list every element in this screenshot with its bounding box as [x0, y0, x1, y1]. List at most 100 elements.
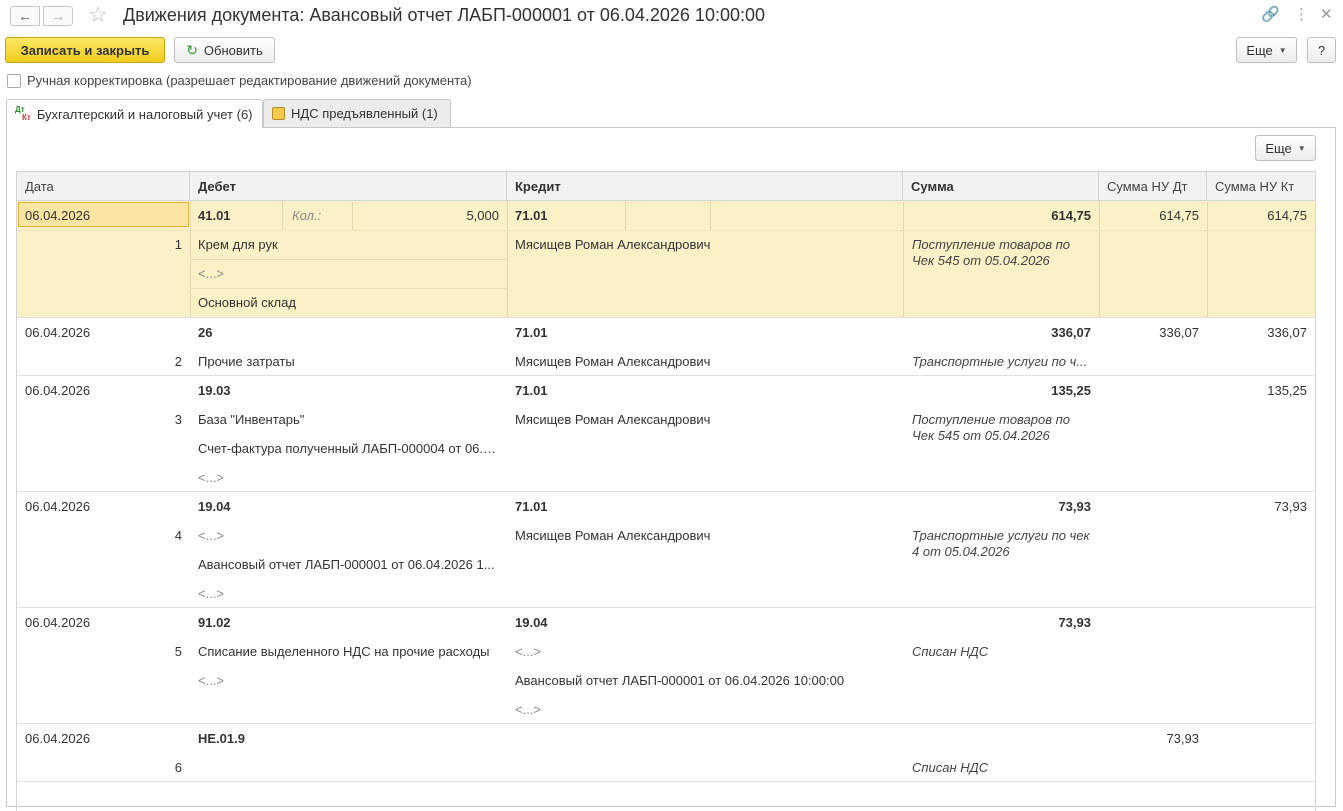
credit-account [515, 724, 615, 753]
row-number: 6 [174, 760, 182, 775]
credit-account: 71.01 [515, 499, 548, 514]
row-date: 06.04.2026 [25, 208, 91, 223]
credit-subconto-1: Мясищев Роман Александрович [515, 528, 711, 543]
row-number: 4 [174, 528, 182, 543]
close-icon[interactable]: ✕ [1320, 6, 1333, 24]
row-sum-nu-kt: 336,07 [1267, 325, 1307, 340]
debit-subconto-3: Основной склад [198, 295, 296, 310]
vat-register-icon [272, 107, 285, 120]
manual-correction-label: Ручная корректировка (разрешает редактир… [27, 73, 472, 88]
grid-more-button[interactable]: Еще ▼ [1255, 135, 1316, 161]
movements-table[interactable]: Дата Дебет Кредит Сумма Сумма НУ Дт Сумм… [16, 171, 1316, 811]
column-credit[interactable]: Кредит [507, 172, 903, 201]
credit-subconto-1: Мясищев Роман Александрович [515, 412, 711, 427]
credit-account: 19.04 [515, 615, 548, 630]
refresh-icon: ↻ [186, 41, 198, 58]
row-sum [911, 724, 1091, 753]
qty-label: Кол.: [292, 208, 322, 223]
row-sum: 135,25 [1051, 383, 1091, 398]
link-icon[interactable]: 🔗 [1261, 6, 1280, 24]
row-sum-nu-dt: 336,07 [1159, 325, 1199, 340]
row-sum-nu-dt [1107, 376, 1199, 405]
column-sum-nu-kt[interactable]: Сумма НУ Кт [1207, 172, 1315, 201]
table-row[interactable]: 06.04.2026 3 19.03 База "Инвентарь" Счет… [17, 376, 1315, 492]
refresh-button[interactable]: ↻ Обновить [174, 37, 275, 63]
row-sum-nu-dt: 73,93 [1166, 731, 1199, 746]
column-sum-nu-dt[interactable]: Сумма НУ Дт [1099, 172, 1207, 201]
back-button[interactable]: ← [10, 6, 40, 26]
row-date: 06.04.2026 [25, 499, 91, 514]
tab-accounting-label: Бухгалтерский и налоговый учет (6) [36, 106, 253, 122]
save-and-close-button[interactable]: Записать и закрыть [5, 37, 165, 63]
more-button[interactable]: Еще ▼ [1236, 37, 1297, 63]
row-content: Транспортные услуги по ч... [912, 354, 1088, 369]
credit-subconto-1: Мясищев Роман Александрович [515, 237, 711, 252]
row-sum-nu-kt: 614,75 [1267, 208, 1307, 223]
row-number: 5 [174, 644, 182, 659]
table-row[interactable]: 06.04.2026 5 91.02 Списание выделенного … [17, 608, 1315, 724]
table-row[interactable]: 06.04.2026 1 41.01 Кол.: 5,000 Крем для … [17, 201, 1315, 318]
row-content: Списан НДС [912, 644, 989, 659]
row-sum: 73,93 [1058, 499, 1091, 514]
debit-subconto-1: Крем для рук [198, 237, 278, 252]
row-date: 06.04.2026 [25, 731, 91, 746]
manual-correction-checkbox[interactable] [7, 73, 21, 88]
debit-account: 19.03 [198, 383, 231, 398]
debit-subconto-3: <...> [198, 586, 225, 601]
row-sum-nu-kt [1215, 724, 1307, 753]
row-sum-nu-kt [1215, 608, 1307, 637]
row-sum-nu-dt: 614,75 [1159, 208, 1199, 223]
debit-account: 26 [198, 325, 213, 340]
row-content: Транспортные услуги по чек 4 от 05.04.20… [912, 528, 1090, 559]
credit-subconto-1: <...> [515, 644, 542, 659]
debit-account: 41.01 [198, 208, 231, 223]
credit-account: 71.01 [515, 208, 548, 223]
row-date: 06.04.2026 [25, 383, 91, 398]
row-content: Поступление товаров по Чек 545 от 05.04.… [912, 412, 1071, 443]
table-row[interactable]: 06.04.2026 6 НЕ.01.9 Списан НДС 73,93 [17, 724, 1315, 782]
column-date[interactable]: Дата [17, 172, 190, 201]
debit-subconto-2: Авансовый отчет ЛАБП-000001 от 06.04.202… [198, 557, 495, 572]
row-sum-nu-kt: 73,93 [1274, 499, 1307, 514]
debit-subconto-2: Счет-фактура полученный ЛАБП-000004 от 0… [198, 441, 500, 456]
star-icon[interactable]: ☆ [88, 3, 108, 27]
arrow-left-icon: ← [18, 8, 32, 24]
column-sum[interactable]: Сумма [903, 172, 1099, 201]
row-sum-nu-dt [1107, 492, 1199, 521]
credit-account: 71.01 [515, 325, 548, 340]
row-date: 06.04.2026 [25, 325, 91, 340]
debit-account: 19.04 [198, 499, 231, 514]
more-vertical-icon[interactable]: ⋮ [1294, 6, 1309, 24]
debit-subconto-3: <...> [198, 470, 225, 485]
table-row[interactable]: 06.04.2026 2 26 Прочие затраты 71.01 Мяс… [17, 318, 1315, 376]
help-button[interactable]: ? [1307, 37, 1336, 63]
credit-subconto-2: Авансовый отчет ЛАБП-000001 от 06.04.202… [515, 673, 845, 688]
chevron-down-icon: ▼ [1297, 143, 1306, 153]
refresh-label: Обновить [203, 42, 263, 58]
chevron-down-icon: ▼ [1278, 45, 1287, 55]
window-title: Движения документа: Авансовый отчет ЛАБП… [123, 5, 765, 25]
manual-correction-row[interactable]: Ручная корректировка (разрешает редактир… [7, 73, 472, 88]
tab-accounting[interactable]: Дт Кт Бухгалтерский и налоговый учет (6) [6, 99, 263, 128]
table-row[interactable]: 06.04.2026 4 19.04 <...> Авансовый отчет… [17, 492, 1315, 608]
row-content: Поступление товаров по Чек 545 от 05.04.… [912, 237, 1071, 268]
debit-subconto-1: Списание выделенного НДС на прочие расхо… [198, 644, 490, 659]
row-number: 3 [174, 412, 182, 427]
tab-vat[interactable]: НДС предъявленный (1) [263, 99, 451, 127]
debit-subconto-1: Прочие затраты [198, 354, 295, 369]
more-label: Еще [1246, 42, 1273, 58]
debit-subconto-1: <...> [198, 528, 225, 543]
credit-subconto-1: Мясищев Роман Александрович [515, 354, 711, 369]
forward-button[interactable]: → [43, 6, 73, 26]
row-sum: 336,07 [1051, 325, 1091, 340]
column-debit[interactable]: Дебет [190, 172, 507, 201]
credit-account: 71.01 [515, 383, 548, 398]
row-content: Списан НДС [912, 760, 989, 775]
debit-subconto-1: База "Инвентарь" [198, 412, 305, 427]
debit-subconto-2: <...> [198, 266, 225, 281]
title-bar: ← → ☆ Движения документа: Авансовый отче… [0, 0, 1343, 32]
debit-subconto-2: <...> [198, 673, 225, 688]
credit-subconto-3: <...> [515, 702, 542, 717]
table-header: Дата Дебет Кредит Сумма Сумма НУ Дт Сумм… [17, 171, 1315, 201]
row-date: 06.04.2026 [25, 615, 91, 630]
